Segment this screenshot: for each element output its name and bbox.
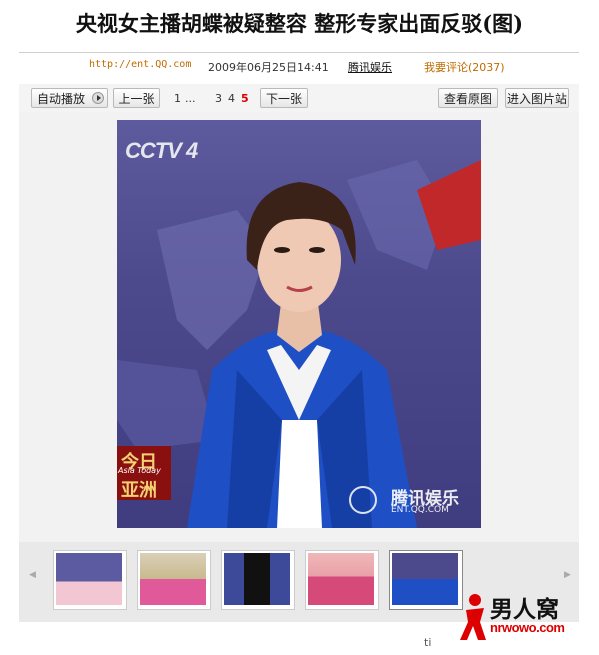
comment-link[interactable]: 我要评论(2037) [424, 59, 505, 75]
page-ellipsis: ... [185, 92, 196, 105]
main-photo[interactable]: CCTV 4 今日 Asia Today 亚洲 腾讯娱乐 ENT.QQ.COM [117, 120, 481, 528]
page-link-1[interactable]: 1 [174, 92, 181, 105]
view-original-button[interactable]: 查看原图 [438, 88, 498, 108]
article-meta: http://ent.QQ.com 2009年06月25日14:41 腾讯娱乐 … [0, 59, 599, 75]
source-link[interactable]: 腾讯娱乐 [348, 59, 392, 75]
autoplay-label: 自动播放 [37, 92, 86, 106]
page-current-5: 5 [241, 92, 249, 105]
scroll-left-icon[interactable]: ◀ [29, 570, 36, 580]
watermark-en: ENT.QQ.COM [391, 505, 449, 515]
autoplay-button[interactable]: 自动播放 [31, 88, 108, 108]
asia-today-badge: 今日 Asia Today 亚洲 [117, 446, 171, 501]
cctv-logo: CCTV 4 [125, 138, 198, 163]
site-brand-logo: 男人窝 nrwowo.com [456, 590, 596, 645]
thumbnail-4[interactable] [305, 550, 379, 610]
thumbnail-1[interactable] [53, 550, 127, 610]
title-divider [19, 52, 579, 53]
footer-partial-url: ti [424, 636, 432, 649]
page-link-4[interactable]: 4 [228, 92, 235, 105]
brand-name-cn: 男人窝 [490, 597, 559, 623]
source-url-link[interactable]: http://ent.QQ.com [89, 59, 191, 70]
thumbnail-3[interactable] [221, 550, 295, 610]
thumbnail-2[interactable] [137, 550, 211, 610]
enter-gallery-button[interactable]: 进入图片站 [505, 88, 569, 108]
brand-figure-icon [460, 594, 486, 640]
photo-illustration [117, 160, 481, 528]
tencent-logo-icon [349, 486, 377, 514]
gallery-toolbar: 自动播放 上一张 1 ... 3 4 5 下一张 查看原图 进入图片站 [19, 84, 579, 112]
thumbnail-5-selected[interactable] [389, 550, 463, 610]
page-link-3[interactable]: 3 [215, 92, 222, 105]
brand-name-en: nrwowo.com [490, 620, 565, 635]
page-title: 央视女主播胡蝶被疑整容 整形专家出面反驳(图) [75, 11, 524, 36]
program-name-bottom: 亚洲 [121, 480, 157, 501]
program-name-english: Asia Today [118, 466, 161, 475]
scroll-right-icon[interactable]: ▶ [564, 570, 571, 580]
publish-datetime: 2009年06月25日14:41 [208, 61, 329, 74]
play-icon [92, 92, 104, 104]
next-image-button[interactable]: 下一张 [260, 88, 308, 108]
prev-image-button[interactable]: 上一张 [113, 88, 160, 108]
